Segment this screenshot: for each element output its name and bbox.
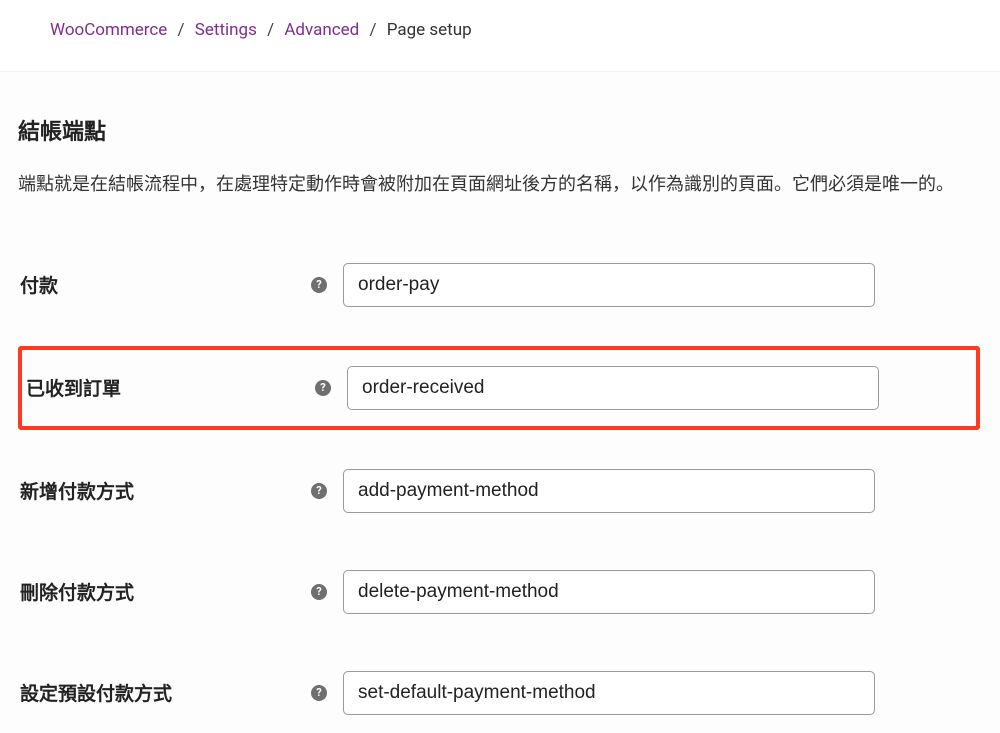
field-label-delete-payment-method: 刪除付款方式 — [18, 578, 311, 605]
field-row-pay: 付款 ? — [18, 245, 980, 325]
field-row-delete-payment-method: 刪除付款方式 ? — [18, 552, 980, 632]
input-delete-payment-method[interactable] — [343, 570, 875, 614]
field-label-set-default-payment-method: 設定預設付款方式 — [18, 679, 311, 706]
input-order-received[interactable] — [347, 366, 879, 410]
breadcrumb-separator: / — [369, 20, 376, 40]
breadcrumb-separator: / — [178, 20, 185, 40]
help-icon[interactable]: ? — [311, 685, 327, 701]
field-label-add-payment-method: 新增付款方式 — [18, 477, 311, 504]
field-row-add-payment-method: 新增付款方式 ? — [18, 451, 980, 531]
help-icon[interactable]: ? — [311, 277, 327, 293]
breadcrumb-link-settings[interactable]: Settings — [195, 20, 257, 40]
field-row-set-default-payment-method: 設定預設付款方式 ? — [18, 653, 980, 733]
breadcrumb: WooCommerce / Settings / Advanced / Page… — [0, 0, 1000, 71]
section-title: 結帳端點 — [18, 114, 980, 146]
field-row-order-received: 已收到訂單 ? — [18, 346, 980, 430]
breadcrumb-current: Page setup — [387, 20, 472, 40]
input-order-pay[interactable] — [343, 263, 875, 307]
help-icon[interactable]: ? — [315, 380, 331, 396]
field-label-order-received: 已收到訂單 — [22, 374, 315, 401]
field-label-pay: 付款 — [18, 271, 311, 298]
breadcrumb-separator: / — [267, 20, 274, 40]
section-description: 端點就是在結帳流程中，在處理特定動作時會被附加在頁面網址後方的名稱，以作為識別的… — [18, 171, 980, 200]
input-add-payment-method[interactable] — [343, 469, 875, 513]
breadcrumb-link-woocommerce[interactable]: WooCommerce — [50, 20, 167, 40]
input-set-default-payment-method[interactable] — [343, 671, 875, 715]
help-icon[interactable]: ? — [311, 584, 327, 600]
page-content: 結帳端點 端點就是在結帳流程中，在處理特定動作時會被附加在頁面網址後方的名稱，以… — [0, 71, 1000, 733]
help-icon[interactable]: ? — [311, 483, 327, 499]
breadcrumb-link-advanced[interactable]: Advanced — [284, 20, 359, 40]
